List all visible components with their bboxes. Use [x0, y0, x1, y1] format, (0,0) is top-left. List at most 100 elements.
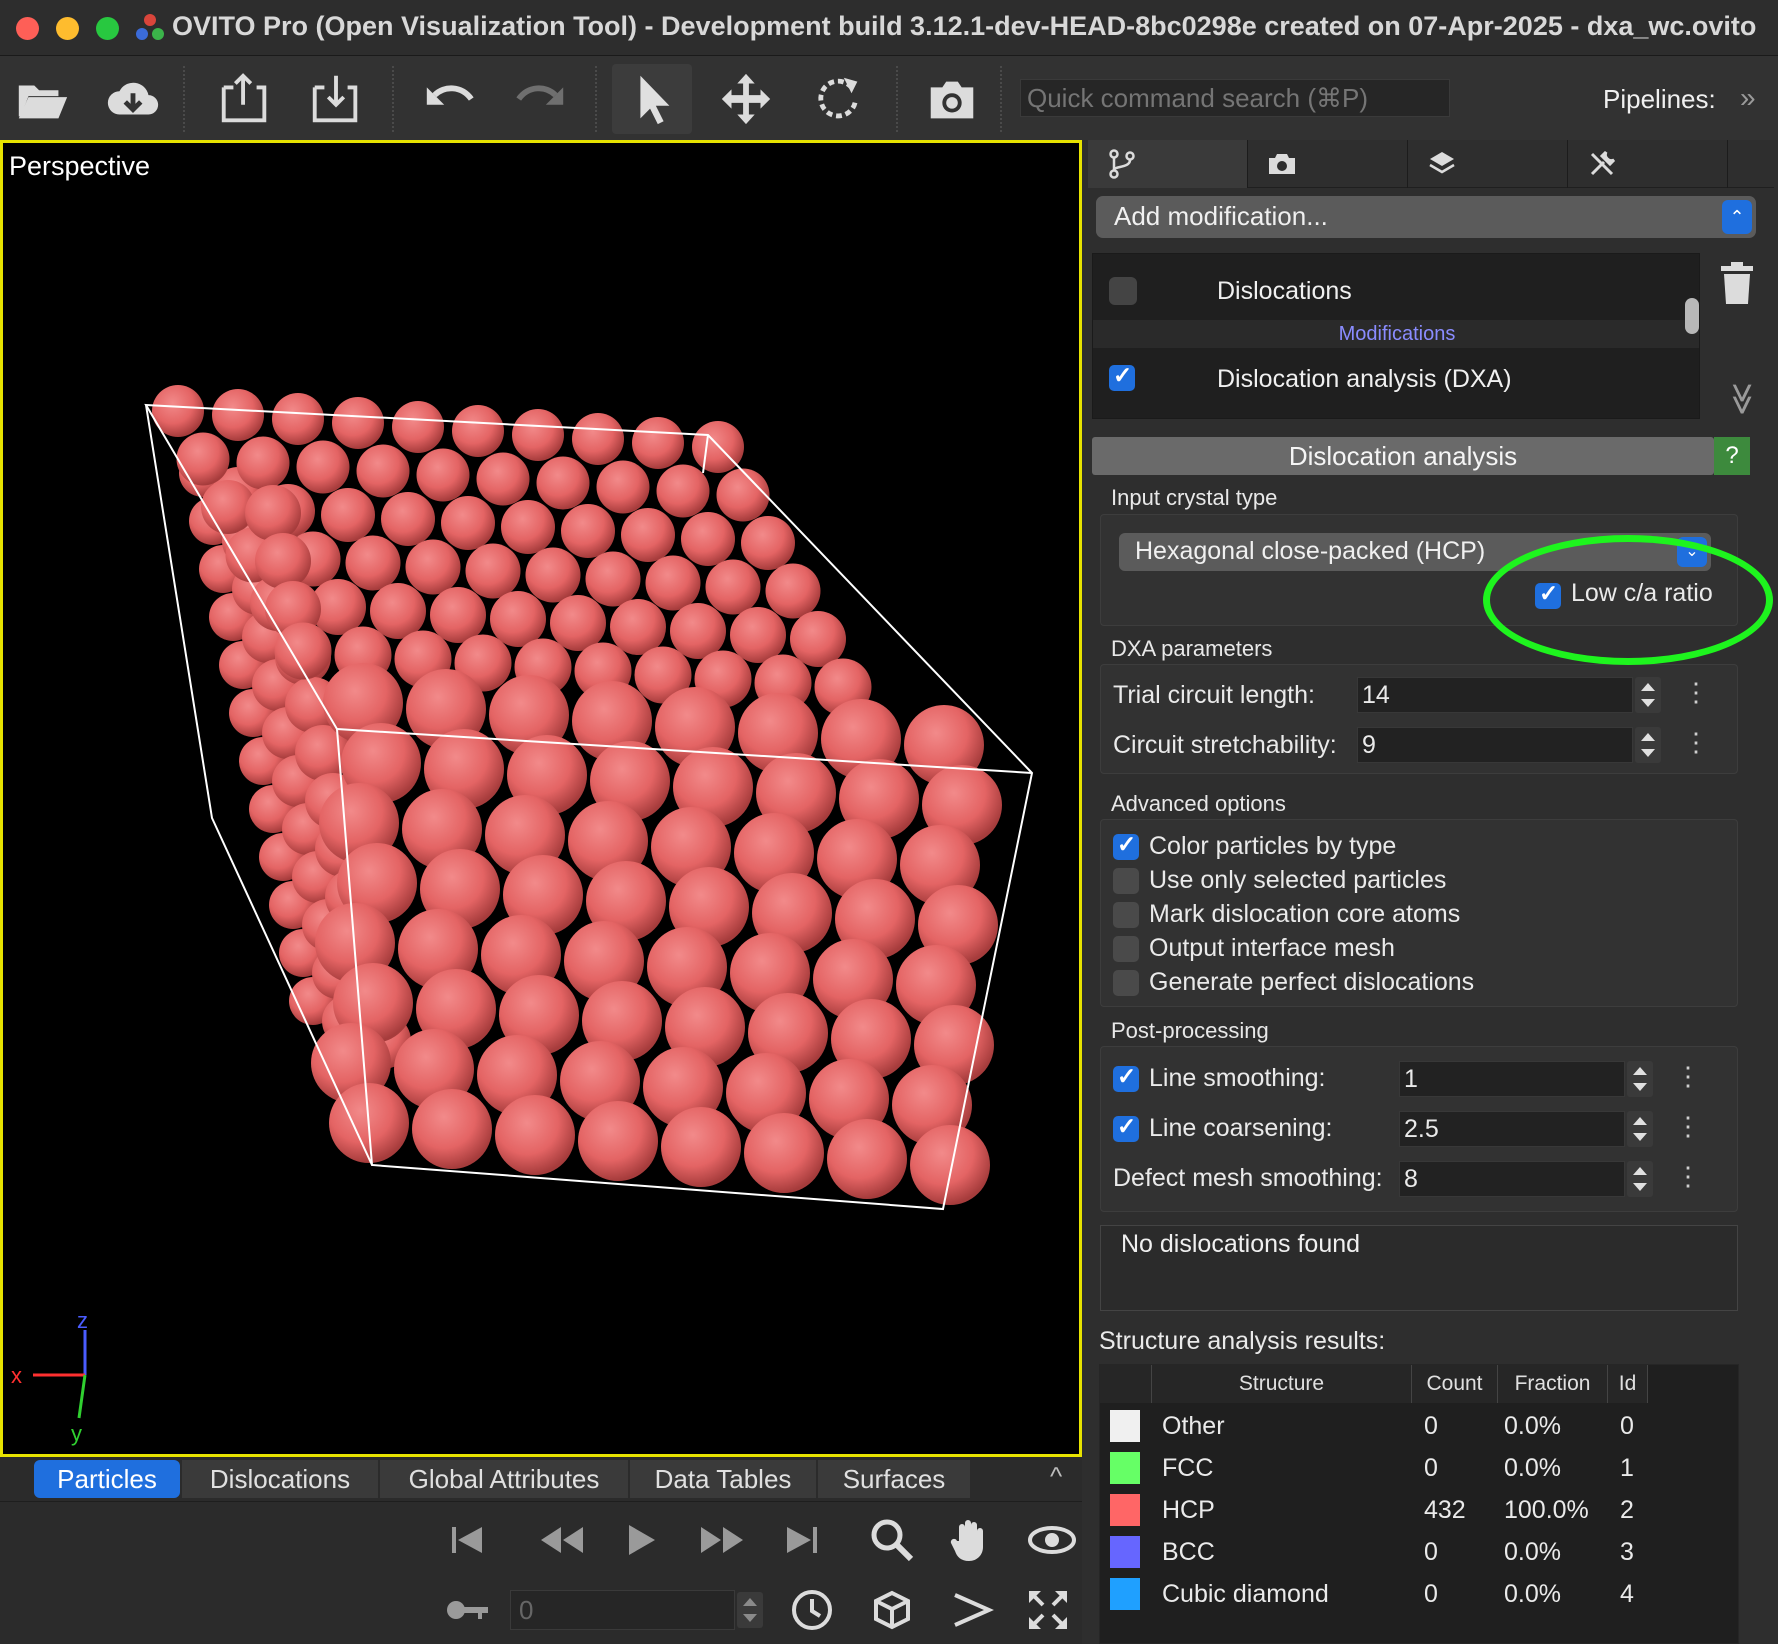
download-button[interactable]	[93, 64, 173, 134]
rotate-mode-button[interactable]	[798, 64, 878, 134]
selection-mode-button[interactable]	[612, 64, 692, 134]
time-spinner-arrows[interactable]	[737, 1592, 763, 1628]
pipeline-item-checkbox[interactable]	[1109, 362, 1135, 391]
tab-pipeline[interactable]	[1088, 140, 1248, 188]
open-file-button[interactable]	[2, 64, 82, 134]
fov-tool-button[interactable]	[940, 1580, 1004, 1640]
pipeline-item-dislocations[interactable]: Dislocations	[1093, 260, 1699, 322]
pan-tool-button[interactable]	[940, 1510, 1004, 1570]
structure-results-title: Structure analysis results:	[1099, 1327, 1386, 1355]
jump-to-start-button[interactable]	[435, 1510, 499, 1570]
pipeline-list-scrollbar[interactable]	[1685, 298, 1699, 334]
structure-color-swatch[interactable]	[1110, 1494, 1140, 1526]
hand-icon	[950, 1520, 983, 1561]
quick-command-search-input[interactable]	[1020, 79, 1450, 117]
zoom-tool-button[interactable]	[860, 1510, 924, 1570]
table-header-structure[interactable]: Structure	[1152, 1365, 1412, 1403]
zoom-scene-extents-button[interactable]	[860, 1580, 924, 1640]
table-row[interactable]: FCC 0 0.0% 1	[1100, 1447, 1740, 1489]
line-smoothing-checkbox[interactable]	[1113, 1063, 1139, 1092]
help-button[interactable]: ?	[1714, 437, 1750, 475]
table-row[interactable]: Cubic diamond 0 0.0% 4	[1100, 1573, 1740, 1615]
render-button[interactable]	[912, 64, 992, 134]
table-row[interactable]: HCP 432 100.0% 2	[1100, 1489, 1740, 1531]
structure-count: 0	[1424, 1412, 1438, 1440]
only-selected-checkbox[interactable]	[1113, 868, 1139, 894]
atom-sphere	[356, 444, 410, 498]
structure-color-swatch[interactable]	[1110, 1536, 1140, 1568]
table-header-fraction[interactable]: Fraction	[1498, 1365, 1608, 1403]
tab-render[interactable]	[1248, 140, 1408, 188]
stretchability-field[interactable]: 9	[1357, 727, 1633, 763]
color-by-type-label: Color particles by type	[1149, 832, 1397, 860]
chevron-down-icon[interactable]: ≫	[1724, 382, 1762, 416]
tab-surfaces[interactable]: Surfaces	[818, 1460, 970, 1498]
trial-circuit-menu-icon[interactable]: ⋮	[1683, 677, 1709, 708]
redo-button[interactable]	[500, 64, 580, 134]
line-coarsening-checkbox[interactable]	[1113, 1113, 1139, 1142]
previous-frame-button[interactable]	[530, 1510, 594, 1570]
defect-mesh-field[interactable]: 8	[1399, 1161, 1625, 1197]
orbit-tool-button[interactable]	[1020, 1510, 1084, 1570]
next-frame-button[interactable]	[690, 1510, 754, 1570]
table-row[interactable]: BCC 0 0.0% 3	[1100, 1531, 1740, 1573]
structure-color-swatch[interactable]	[1110, 1410, 1140, 1442]
close-window-button[interactable]	[16, 17, 39, 40]
atom-sphere	[245, 485, 301, 541]
tab-dislocations[interactable]: Dislocations	[182, 1460, 378, 1498]
line-coarsening-menu-icon[interactable]: ⋮	[1675, 1111, 1701, 1142]
pipelines-overflow-button[interactable]: »	[1740, 82, 1756, 114]
tab-data-tables[interactable]: Data Tables	[630, 1460, 816, 1498]
status-message: No dislocations found	[1100, 1225, 1738, 1311]
mark-core-atoms-checkbox[interactable]	[1113, 902, 1139, 928]
table-row[interactable]: Other 0 0.0% 0	[1100, 1405, 1740, 1447]
stretchability-spinner[interactable]	[1635, 727, 1661, 763]
play-button[interactable]	[610, 1510, 674, 1570]
viewport-caption[interactable]: Perspective	[9, 151, 150, 182]
structure-color-swatch[interactable]	[1110, 1578, 1140, 1610]
viewport-perspective[interactable]: z x y Perspective	[0, 140, 1082, 1457]
collapse-inspector-button[interactable]: ^	[1050, 1461, 1062, 1492]
defect-mesh-menu-icon[interactable]: ⋮	[1675, 1161, 1701, 1192]
auto-key-mode-button[interactable]	[435, 1580, 499, 1640]
atom-sphere	[827, 1119, 907, 1199]
structure-color-swatch[interactable]	[1110, 1452, 1140, 1484]
add-modification-dropdown[interactable]: Add modification... ⌃	[1096, 196, 1756, 238]
pipeline-editor-list[interactable]: Dislocations Modifications Dislocation a…	[1092, 253, 1700, 419]
pipeline-item-checkbox[interactable]	[1109, 277, 1137, 305]
atom-sphere	[345, 535, 401, 591]
undo-button[interactable]	[410, 64, 490, 134]
line-smoothing-spinner[interactable]	[1627, 1061, 1653, 1097]
structure-count: 0	[1424, 1580, 1438, 1608]
defect-mesh-spinner[interactable]	[1627, 1161, 1653, 1197]
minimize-window-button[interactable]	[56, 17, 79, 40]
trial-circuit-field[interactable]: 14	[1357, 677, 1633, 713]
tab-utilities[interactable]	[1568, 140, 1728, 188]
trial-circuit-spinner[interactable]	[1635, 677, 1661, 713]
move-mode-button[interactable]	[706, 64, 786, 134]
zoom-window-button[interactable]	[96, 17, 119, 40]
line-smoothing-menu-icon[interactable]: ⋮	[1675, 1061, 1701, 1092]
tab-particles[interactable]: Particles	[34, 1460, 180, 1498]
line-smoothing-field[interactable]: 1	[1399, 1061, 1625, 1097]
tab-global-attributes[interactable]: Global Attributes	[380, 1460, 628, 1498]
trash-icon[interactable]	[1717, 260, 1757, 310]
line-coarsening-field[interactable]: 2.5	[1399, 1111, 1625, 1147]
color-by-type-checkbox[interactable]	[1113, 831, 1139, 860]
pipeline-item-dxa[interactable]: Dislocation analysis (DXA)	[1093, 348, 1699, 410]
structure-results-table[interactable]: Structure Count Fraction Id Other 0 0.0% 0 F…	[1099, 1364, 1739, 1644]
perfect-dislocations-checkbox[interactable]	[1113, 970, 1139, 996]
maximize-viewport-button[interactable]	[1016, 1580, 1080, 1640]
post-processing-group-title: Post-processing	[1111, 1018, 1269, 1043]
line-coarsening-spinner[interactable]	[1627, 1111, 1653, 1147]
stretchability-menu-icon[interactable]: ⋮	[1683, 727, 1709, 758]
jump-to-end-button[interactable]	[770, 1510, 834, 1570]
interface-mesh-checkbox[interactable]	[1113, 936, 1139, 962]
time-spinner-field[interactable]	[510, 1590, 735, 1630]
export-button[interactable]	[205, 64, 285, 134]
tab-overlays[interactable]	[1408, 140, 1568, 188]
table-header-id[interactable]: Id	[1608, 1365, 1648, 1403]
import-button[interactable]	[296, 64, 376, 134]
table-header-count[interactable]: Count	[1412, 1365, 1498, 1403]
animation-settings-button[interactable]	[780, 1580, 844, 1640]
